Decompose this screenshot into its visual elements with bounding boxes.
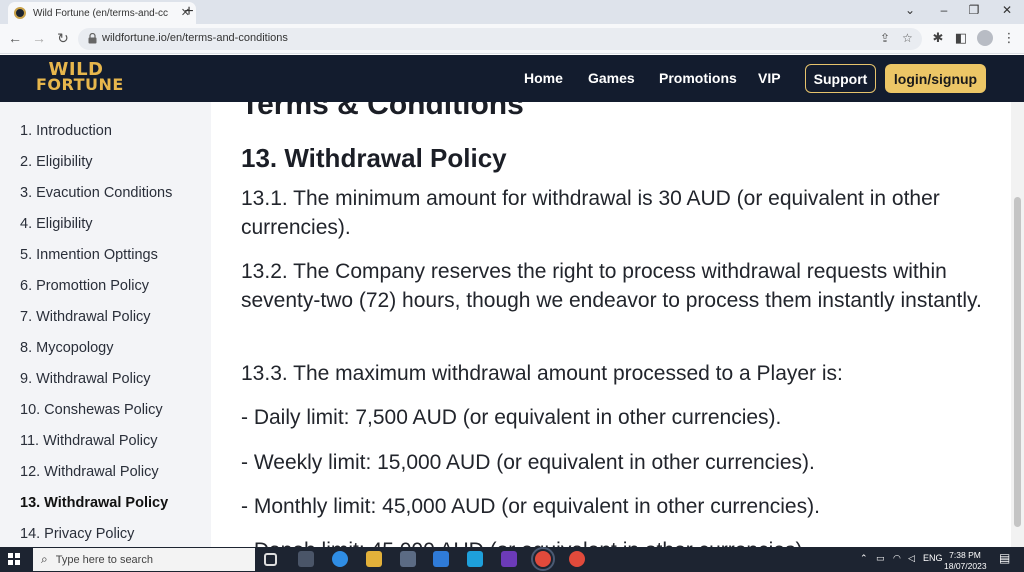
side-panel-icon[interactable]: ◧ — [953, 30, 969, 46]
limit-monthly: - Monthly limit: 45,000 AUD (or equivale… — [241, 495, 820, 518]
tab-search-icon[interactable]: ⌄ — [900, 3, 920, 17]
windows-taskbar: ⌕ Type here to search ⌃ ▭ ◠ ◁ ENG 7:38 P… — [0, 547, 1024, 572]
chrome-icon[interactable] — [569, 551, 585, 567]
sidebar-item[interactable]: 2. Eligibility — [20, 154, 93, 170]
mail-icon[interactable] — [433, 551, 449, 567]
skype-icon[interactable] — [467, 551, 483, 567]
taskbar-search[interactable]: ⌕ Type here to search — [33, 548, 255, 571]
page-scrollbar[interactable] — [1011, 102, 1024, 547]
restore-icon[interactable]: ❐ — [964, 3, 984, 17]
site-logo[interactable]: WILD FORTUNE — [36, 61, 124, 94]
main-content: Terms & Conditions 13. Withdrawal Policy… — [211, 102, 1011, 547]
minimize-icon[interactable]: – — [934, 3, 954, 17]
browser-toolbar: ← → ↻ wildfortune.io/en/terms-and-condit… — [0, 24, 1024, 54]
page-title: Terms & Conditions — [241, 102, 524, 121]
limit-daily: - Daily limit: 7,500 AUD (or equivalent … — [241, 406, 782, 429]
clock-time: 7:38 PM — [949, 550, 981, 560]
limit-cut-off: - Daneh limit: 45,000 AUD (or equivalent… — [241, 536, 986, 547]
task-view-icon[interactable] — [264, 553, 277, 566]
battery-icon[interactable]: ▭ — [876, 553, 885, 564]
volume-icon[interactable]: ◁ — [908, 553, 915, 564]
tray-chevron-icon[interactable]: ⌃ — [860, 553, 868, 564]
browser-tab[interactable]: Wild Fortune (en/terms-and-cc ✕ — [8, 2, 196, 24]
sidebar-item[interactable]: 9. Withdrawal Policy — [20, 371, 151, 387]
language-indicator[interactable]: ENG — [923, 553, 943, 563]
sidebar-item[interactable]: 5. Inmention Opttings — [20, 247, 158, 263]
nav-promotions[interactable]: Promotions — [659, 70, 737, 86]
sidebar-item[interactable]: 8. Mycopology — [20, 340, 114, 356]
close-window-icon[interactable]: ✕ — [997, 3, 1017, 17]
chrome-active-icon[interactable] — [531, 547, 555, 571]
windows-start-icon[interactable] — [8, 553, 20, 565]
taskbar-clock[interactable]: 7:38 PM 18/07/2023 — [944, 550, 987, 572]
nav-home[interactable]: Home — [524, 70, 563, 86]
scrollbar-thumb[interactable] — [1014, 197, 1021, 527]
browser-tab-strip: Wild Fortune (en/terms-and-cc ✕ + ⌄ – ❐ … — [0, 0, 1024, 24]
site-favicon-icon — [14, 7, 26, 19]
forward-icon[interactable]: → — [30, 30, 48, 46]
nav-games[interactable]: Games — [588, 70, 635, 86]
network-icon[interactable]: ◠ — [893, 553, 901, 564]
sidebar-item-active[interactable]: 13. Withdrawal Policy — [20, 495, 168, 511]
paragraph-13-1: 13.1. The minimum amount for withdrawal … — [241, 187, 940, 239]
new-tab-icon[interactable]: + — [180, 3, 198, 21]
file-explorer-icon[interactable] — [366, 551, 382, 567]
app-icon[interactable] — [501, 551, 517, 567]
reload-icon[interactable]: ↻ — [54, 30, 72, 47]
lock-icon — [88, 33, 97, 44]
sidebar-item[interactable]: 10. Conshewas Policy — [20, 402, 163, 418]
address-bar[interactable]: wildfortune.io/en/terms-and-conditions ⇪… — [78, 28, 922, 50]
share-icon[interactable]: ⇪ — [880, 31, 890, 45]
site-header: WILD FORTUNE Home Games Promotions VIP S… — [0, 55, 1024, 102]
sidebar-item[interactable]: 1. Introduction — [20, 123, 112, 139]
nav-vip[interactable]: VIP — [758, 70, 781, 86]
logo-line-2: FORTUNE — [36, 75, 124, 94]
search-icon: ⌕ — [41, 552, 48, 566]
sidebar-item[interactable]: 3. Evacution Conditions — [20, 185, 172, 201]
sidebar-item[interactable]: 11. Withdrawal Policy — [20, 433, 158, 449]
sidebar-item[interactable]: 7. Withdrawal Policy — [20, 309, 151, 325]
login-signup-button[interactable]: login/signup — [885, 64, 986, 93]
clock-date: 18/07/2023 — [944, 561, 987, 571]
widgets-icon[interactable] — [298, 551, 314, 567]
section-title: 13. Withdrawal Policy — [241, 143, 507, 173]
notifications-icon[interactable]: ▤ — [999, 551, 1010, 565]
profile-avatar[interactable] — [977, 30, 993, 46]
edge-icon[interactable] — [332, 551, 348, 567]
sidebar-toc: 1. Introduction 2. Eligibility 3. Evacut… — [0, 102, 211, 547]
back-icon[interactable]: ← — [6, 30, 24, 46]
store-icon[interactable] — [400, 551, 416, 567]
limit-weekly: - Weekly limit: 15,000 AUD (or equivalen… — [241, 451, 815, 474]
sidebar-item[interactable]: 14. Privacy Policy — [20, 526, 134, 542]
sidebar-item[interactable]: 6. Promottion Policy — [20, 278, 149, 294]
support-button[interactable]: Support — [805, 64, 876, 93]
tab-title: Wild Fortune (en/terms-and-cc — [33, 7, 169, 19]
paragraph-13-3: 13.3. The maximum withdrawal amount proc… — [241, 362, 843, 385]
url-text: wildfortune.io/en/terms-and-conditions — [102, 32, 288, 44]
browser-menu-icon[interactable]: ⋮ — [1001, 30, 1017, 46]
paragraph-13-2: 13.2. The Company reserves the right to … — [241, 260, 982, 312]
bookmark-star-icon[interactable]: ☆ — [902, 31, 913, 45]
taskbar-search-placeholder: Type here to search — [55, 553, 153, 566]
sidebar-item[interactable]: 4. Eligibility — [20, 216, 93, 232]
extensions-icon[interactable]: ✱ — [930, 30, 946, 46]
sidebar-item[interactable]: 12. Withdrawal Policy — [20, 464, 159, 480]
